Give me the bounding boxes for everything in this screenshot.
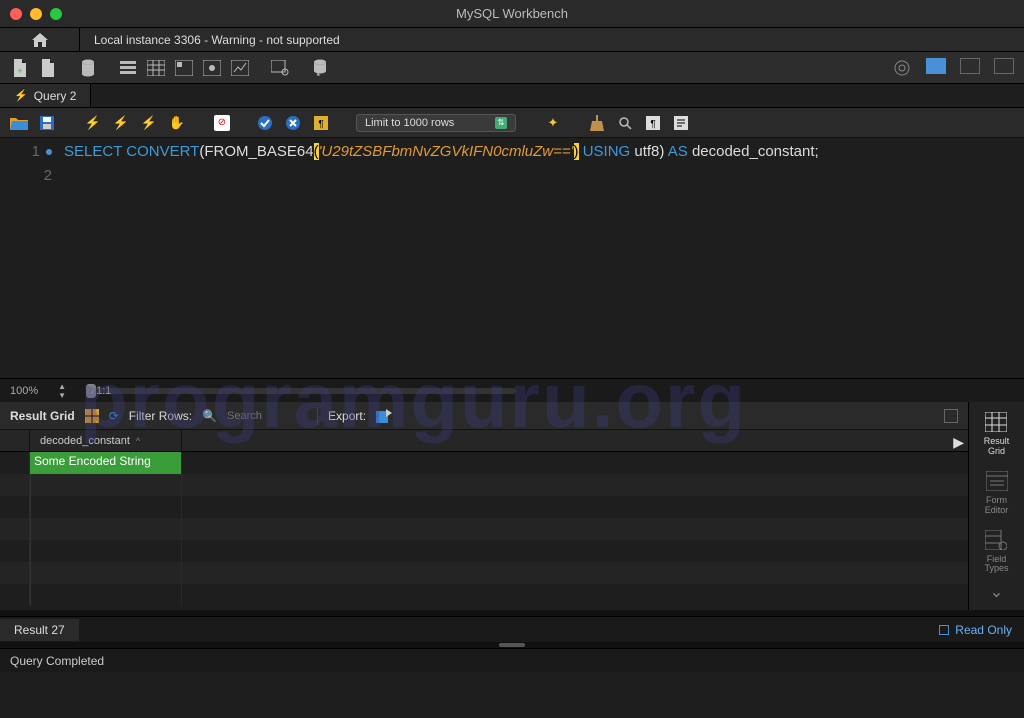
beautify-button[interactable]: ✦ (544, 114, 562, 132)
status-text: Query Completed (10, 654, 104, 668)
table-row[interactable] (0, 540, 968, 562)
query-tab-label: Query 2 (34, 89, 77, 103)
zoom-slider[interactable] (86, 388, 516, 394)
schema-button-4[interactable] (202, 58, 222, 78)
result-tab[interactable]: Result 27 (0, 619, 79, 641)
filter-rows-input[interactable] (227, 410, 307, 422)
result-grid-tab[interactable]: Result Grid (984, 410, 1010, 457)
table-row[interactable] (0, 474, 968, 496)
scrollbar[interactable] (0, 642, 1024, 648)
window-title: MySQL Workbench (456, 6, 568, 21)
close-window-button[interactable] (10, 8, 22, 20)
table-row[interactable]: Some Encoded String (0, 452, 968, 474)
field-types-icon (984, 528, 1008, 552)
svg-text:¶: ¶ (318, 119, 323, 130)
sort-icon: ^ (136, 436, 140, 446)
zoom-stepper-icon[interactable]: ▲▼ (58, 382, 66, 400)
query-tab[interactable]: ⚡ Query 2 (0, 84, 91, 107)
schema-button-3[interactable] (174, 58, 194, 78)
toggle-autocommit-button[interactable]: ⊘ (214, 115, 230, 131)
open-file-button[interactable] (10, 114, 28, 132)
schema-button-5[interactable] (230, 58, 250, 78)
limit-rows-dropdown[interactable]: Limit to 1000 rows ⇅ (356, 114, 516, 132)
execute-current-button[interactable]: ⚡ (112, 114, 130, 132)
minimize-window-button[interactable] (30, 8, 42, 20)
db-revert-button[interactable] (310, 58, 330, 78)
status-bar: Query Completed (0, 648, 1024, 672)
execute-explain-button[interactable]: ⚡ (140, 114, 158, 132)
new-sql-tab-button[interactable]: + (10, 58, 30, 78)
cell-selected[interactable]: Some Encoded String (30, 452, 182, 474)
grid-view-icon[interactable] (85, 409, 99, 423)
home-tab[interactable] (0, 28, 80, 51)
open-sql-tab-button[interactable] (38, 58, 58, 78)
commit-button[interactable] (256, 114, 274, 132)
clear-button[interactable] (588, 114, 606, 132)
svg-text:¶: ¶ (650, 119, 655, 130)
schema-button-2[interactable] (146, 58, 166, 78)
db-icon[interactable] (78, 58, 98, 78)
cursor-position: 71:1 (90, 385, 111, 397)
connection-tabbar: Local instance 3306 - Warning - not supp… (0, 28, 1024, 52)
table-row[interactable] (0, 496, 968, 518)
zoom-window-button[interactable] (50, 8, 62, 20)
sidebar-toggle[interactable] (922, 58, 946, 77)
query-tabbar: ⚡ Query 2 (0, 84, 1024, 108)
column-header[interactable]: decoded_constant ^ (30, 430, 182, 451)
sql-editor[interactable]: 1 2 SELECT CONVERT(FROM_BASE64('U29tZSBF… (0, 138, 1024, 378)
chevron-down-icon[interactable]: ⌄ (990, 582, 1003, 602)
grid-icon (984, 410, 1008, 434)
wrap-button-2[interactable] (672, 114, 690, 132)
settings-icon[interactable] (892, 58, 912, 78)
dropdown-arrows-icon: ⇅ (495, 117, 507, 129)
expand-arrow-icon[interactable]: ▶ (953, 434, 964, 451)
zoom-level[interactable]: 100% (10, 385, 38, 397)
main-toolbar: + (0, 52, 1024, 84)
result-grid-label: Result Grid (10, 409, 75, 423)
stop-button[interactable]: ✋ (168, 114, 186, 132)
titlebar: MySQL Workbench (0, 0, 1024, 28)
find-button[interactable] (616, 114, 634, 132)
readonly-indicator: Read Only (927, 623, 1024, 637)
connection-tab[interactable]: Local instance 3306 - Warning - not supp… (80, 28, 354, 51)
field-types-tab[interactable]: Field Types (984, 528, 1008, 575)
save-file-button[interactable] (38, 114, 56, 132)
search-table-button[interactable] (270, 58, 290, 78)
query-toolbar: ⚡ ⚡ ⚡ ✋ ⊘ ¶ Limit to 1000 rows ⇅ ✦ ¶ (0, 108, 1024, 138)
zoom-bar: 100% ▲▼ 71:1 (0, 378, 1024, 402)
schema-button-1[interactable] (118, 58, 138, 78)
maximize-icon[interactable] (944, 409, 958, 423)
export-label: Export: (328, 409, 366, 423)
output-toggle[interactable] (956, 58, 980, 77)
search-icon: 🔍 (202, 409, 217, 423)
filter-rows-label: Filter Rows: (129, 409, 192, 423)
form-icon (985, 469, 1009, 493)
traffic-lights (10, 8, 62, 20)
table-row[interactable] (0, 584, 968, 606)
result-table: ▶ decoded_constant ^ Some Encoded String (0, 430, 968, 610)
bolt-icon: ⚡ (14, 89, 28, 102)
limit-label: Limit to 1000 rows (365, 117, 454, 129)
secondary-toggle[interactable] (990, 58, 1014, 77)
wrap-button-1[interactable]: ¶ (644, 114, 662, 132)
result-side-tabs: Result Grid Form Editor Field Types ⌄ (968, 402, 1024, 610)
export-icon[interactable] (376, 409, 392, 423)
refresh-icon[interactable]: ⟳ (109, 409, 119, 423)
table-header: decoded_constant ^ (0, 430, 968, 452)
toggle-whitespace-button[interactable]: ¶ (312, 114, 330, 132)
code-area[interactable]: SELECT CONVERT(FROM_BASE64('U29tZSBFbmNv… (60, 138, 1024, 378)
rollback-button[interactable] (284, 114, 302, 132)
home-icon (32, 33, 48, 47)
readonly-icon (939, 625, 949, 635)
line-gutter: 1 2 (0, 138, 60, 378)
result-gridbar: Result Grid ⟳ Filter Rows: 🔍 Export: (0, 402, 968, 430)
form-editor-tab[interactable]: Form Editor (985, 469, 1009, 516)
result-tabbar: Result 27 Read Only (0, 616, 1024, 642)
svg-text:+: + (17, 66, 22, 76)
execute-button[interactable]: ⚡ (84, 114, 102, 132)
table-row[interactable] (0, 518, 968, 540)
table-row[interactable] (0, 562, 968, 584)
